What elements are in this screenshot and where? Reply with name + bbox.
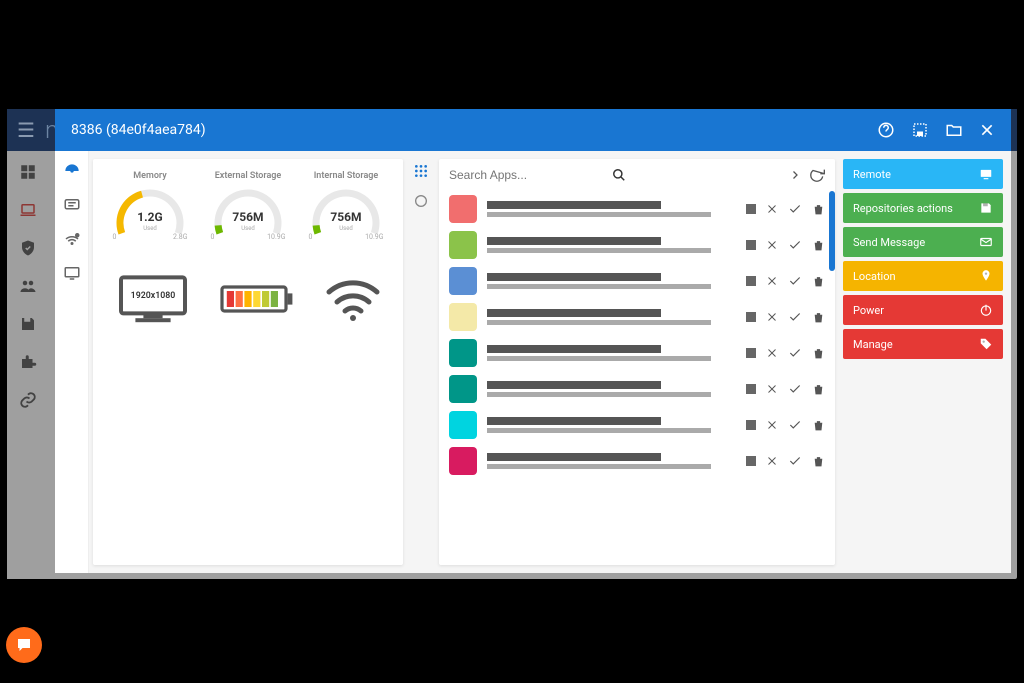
search-icon[interactable] xyxy=(612,168,626,182)
stop-icon[interactable] xyxy=(746,312,756,322)
pin-icon xyxy=(979,269,993,283)
apps-panel xyxy=(439,159,835,565)
app-color-swatch xyxy=(449,195,477,223)
app-row[interactable] xyxy=(439,335,835,371)
modal-tabs xyxy=(55,151,89,573)
check-icon[interactable] xyxy=(788,418,802,432)
trash-icon[interactable] xyxy=(812,239,825,252)
tag-icon xyxy=(979,337,993,351)
action-power[interactable]: Power xyxy=(843,295,1003,325)
trash-icon[interactable] xyxy=(812,383,825,396)
modal-title: 8386 (84e0f4aea784) xyxy=(71,122,206,138)
action-remote[interactable]: Remote xyxy=(843,159,1003,189)
stop-icon[interactable] xyxy=(746,204,756,214)
app-color-swatch xyxy=(449,375,477,403)
action-manage[interactable]: Manage xyxy=(843,329,1003,359)
check-icon[interactable] xyxy=(788,382,802,396)
trash-icon[interactable] xyxy=(812,419,825,432)
stop-icon[interactable] xyxy=(746,348,756,358)
monitor-icon xyxy=(979,167,993,181)
save-icon xyxy=(979,201,993,215)
close-icon[interactable] xyxy=(766,455,778,467)
check-icon[interactable] xyxy=(788,274,802,288)
actions-panel: Remote Repositories actions Send Message… xyxy=(843,159,1003,565)
gauge: Memory 1.2G Used 02.8G xyxy=(103,171,198,241)
svg-text:1.2G: 1.2G xyxy=(137,210,162,224)
sync-icon[interactable] xyxy=(413,193,429,209)
app-row[interactable] xyxy=(439,191,835,227)
svg-text:756M: 756M xyxy=(232,210,263,224)
stop-icon[interactable] xyxy=(746,456,756,466)
check-icon[interactable] xyxy=(788,238,802,252)
close-icon[interactable] xyxy=(766,347,778,359)
device-modal: 8386 (84e0f4aea784) Memory 1. xyxy=(55,109,1011,573)
svg-text:756M: 756M xyxy=(330,210,361,224)
modal-header: 8386 (84e0f4aea784) xyxy=(55,109,1011,151)
app-color-swatch xyxy=(449,447,477,475)
help-icon[interactable] xyxy=(877,121,895,139)
app-color-swatch xyxy=(449,303,477,331)
check-icon[interactable] xyxy=(788,310,802,324)
middle-controls xyxy=(407,151,435,573)
refresh-icon[interactable] xyxy=(809,167,825,183)
svg-text:Used: Used xyxy=(241,225,255,232)
action-send message[interactable]: Send Message xyxy=(843,227,1003,257)
app-row[interactable] xyxy=(439,263,835,299)
scrollbar[interactable] xyxy=(829,191,835,271)
svg-text:Used: Used xyxy=(143,225,157,232)
close-icon[interactable] xyxy=(766,239,778,251)
close-icon[interactable] xyxy=(766,275,778,287)
app-row[interactable] xyxy=(439,443,835,479)
app-row[interactable] xyxy=(439,299,835,335)
trash-icon[interactable] xyxy=(812,455,825,468)
folder-icon[interactable] xyxy=(945,121,963,139)
check-icon[interactable] xyxy=(788,202,802,216)
tab-dashboard[interactable] xyxy=(62,161,82,181)
action-location[interactable]: Location xyxy=(843,261,1003,291)
trash-icon[interactable] xyxy=(812,311,825,324)
dashboard-panel: Memory 1.2G Used 02.8G External Storage … xyxy=(93,159,403,565)
app-color-swatch xyxy=(449,411,477,439)
resolution-text: 1920x1080 xyxy=(131,291,176,301)
chevron-right-icon[interactable] xyxy=(789,169,801,181)
stop-icon[interactable] xyxy=(746,384,756,394)
chat-button[interactable] xyxy=(6,627,42,663)
select-icon[interactable] xyxy=(911,121,929,139)
svg-text:Used: Used xyxy=(339,225,353,232)
gauge: External Storage 756M Used 010.9G xyxy=(201,171,296,241)
action-repositories actions[interactable]: Repositories actions xyxy=(843,193,1003,223)
app-row[interactable] xyxy=(439,407,835,443)
close-icon[interactable] xyxy=(766,419,778,431)
tab-network[interactable] xyxy=(62,229,82,249)
grid-icon[interactable] xyxy=(413,163,429,179)
tab-messages[interactable] xyxy=(62,195,82,215)
tab-display[interactable] xyxy=(62,263,82,283)
app-row[interactable] xyxy=(439,371,835,407)
check-icon[interactable] xyxy=(788,346,802,360)
trash-icon[interactable] xyxy=(812,275,825,288)
stop-icon[interactable] xyxy=(746,420,756,430)
menu-icon[interactable]: ☰ xyxy=(17,118,35,142)
app-color-swatch xyxy=(449,267,477,295)
wifi-icon xyxy=(323,274,383,324)
battery-icon xyxy=(218,279,298,319)
check-icon[interactable] xyxy=(788,454,802,468)
gauge: Internal Storage 756M Used 010.9G xyxy=(299,171,394,241)
close-icon[interactable] xyxy=(979,122,995,138)
close-icon[interactable] xyxy=(766,203,778,215)
apps-search-input[interactable] xyxy=(449,168,604,182)
app-color-swatch xyxy=(449,231,477,259)
resolution-icon: 1920x1080 xyxy=(113,271,193,327)
app-row[interactable] xyxy=(439,227,835,263)
close-icon[interactable] xyxy=(766,383,778,395)
trash-icon[interactable] xyxy=(812,203,825,216)
stop-icon[interactable] xyxy=(746,240,756,250)
close-icon[interactable] xyxy=(766,311,778,323)
trash-icon[interactable] xyxy=(812,347,825,360)
stop-icon[interactable] xyxy=(746,276,756,286)
power-icon xyxy=(979,303,993,317)
app-color-swatch xyxy=(449,339,477,367)
mail-icon xyxy=(979,235,993,249)
